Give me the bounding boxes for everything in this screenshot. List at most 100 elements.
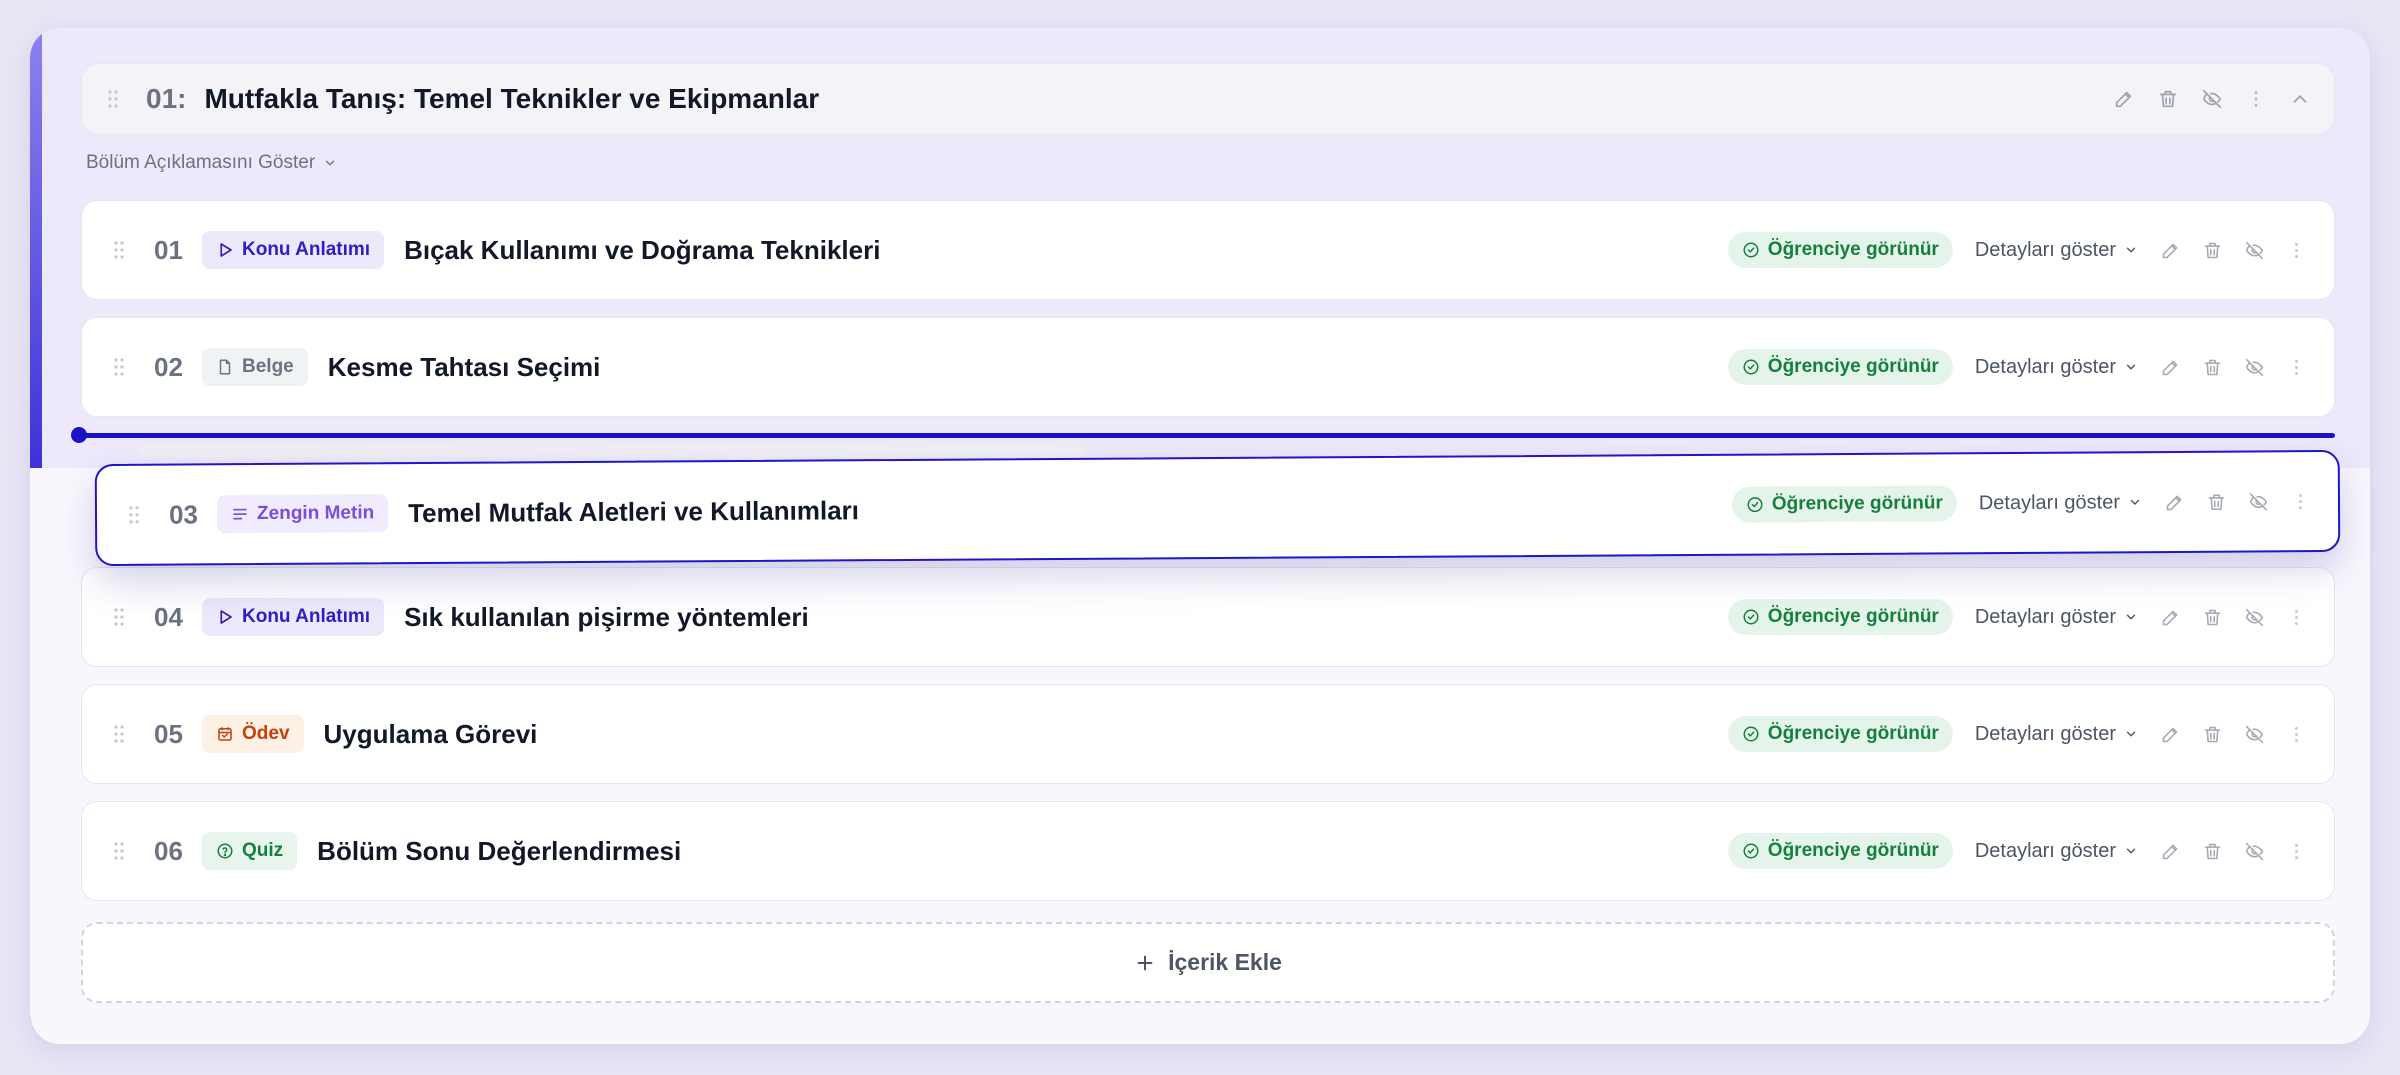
item-title: Kesme Tahtası Seçimi [327,351,601,382]
eye-off-icon[interactable] [2242,722,2266,746]
drag-ghost-placeholder [140,445,1085,457]
show-description-toggle[interactable]: Bölüm Açıklamasını Göster [86,152,337,174]
details-label: Detayları göster [1974,839,2116,862]
show-details-toggle[interactable]: Detayları göster [1979,491,2142,515]
dragging-list-item[interactable]: 03 Zengin Metin Temel Mutfak Aletleri ve… [94,449,2341,567]
chevron-down-icon [2124,243,2138,257]
edit-icon[interactable] [2112,87,2136,111]
drag-handle-icon[interactable] [110,238,128,262]
show-description-label: Bölüm Açıklamasını Göster [86,152,316,173]
section-number: 01: [146,83,187,114]
check-circle-icon [1746,496,1764,514]
content-type-label: Quiz [242,840,284,861]
drag-handle-icon[interactable] [110,355,128,379]
more-vertical-icon[interactable] [2284,605,2308,629]
edit-icon[interactable] [2158,355,2182,379]
drag-handle-icon[interactable] [110,839,128,863]
content-type-label: Belge [242,356,294,377]
play-icon [216,608,234,626]
eye-off-icon[interactable] [2242,355,2266,379]
item-number: 06 [154,835,183,866]
list-item[interactable]: 05 Ödev Uygulama Görevi Öğrenciye görünü… [81,684,2335,784]
more-vertical-icon[interactable] [2244,87,2268,111]
edit-icon[interactable] [2158,722,2182,746]
drag-handle-icon[interactable] [104,87,122,111]
list-item[interactable]: 06 Quiz Bölüm Sonu Değerlendirmesi Öğren… [81,801,2335,901]
show-details-toggle[interactable]: Detayları göster [1975,606,2138,629]
section-header[interactable]: 01: Mutfakla Tanış: Temel Teknikler ve E… [81,63,2335,135]
eye-off-icon[interactable] [2242,839,2266,863]
status-label: Öğrenciye görünür [1767,606,1939,627]
visibility-status-badge: Öğrenciye görünür [1727,232,1953,268]
edit-icon[interactable] [2158,839,2182,863]
trash-icon[interactable] [2200,355,2224,379]
section-title: Mutfakla Tanış: Temel Teknikler ve Ekipm… [204,83,820,114]
edit-icon[interactable] [2158,605,2182,629]
eye-off-icon[interactable] [2246,489,2270,513]
content-type-label: Konu Anlatımı [242,606,371,627]
details-label: Detayları göster [1974,355,2116,378]
show-details-toggle[interactable]: Detayları göster [1975,356,2138,379]
chevron-down-icon [2124,727,2138,741]
more-vertical-icon[interactable] [2284,839,2308,863]
chevron-down-icon [2124,610,2138,624]
drop-indicator-dot [71,427,87,443]
show-details-toggle[interactable]: Detayları göster [1975,723,2138,746]
list-item[interactable]: 02 Belge Kesme Tahtası Seçimi Öğrenciye … [81,317,2335,417]
item-number: 01 [154,234,183,265]
show-details-toggle[interactable]: Detayları göster [1975,239,2138,262]
list-item[interactable]: 01 Konu Anlatımı Bıçak Kullanımı ve Doğr… [81,200,2335,300]
trash-icon[interactable] [2200,238,2224,262]
plus-icon [1137,955,1153,970]
status-label: Öğrenciye görünür [1767,840,1939,861]
text-lines-icon [231,505,249,523]
item-title: Bıçak Kullanımı ve Doğrama Teknikleri [404,234,881,265]
details-label: Detayları göster [1974,605,2116,628]
show-details-toggle[interactable]: Detayları göster [1975,840,2138,863]
chevron-down-icon [2128,495,2142,509]
drag-handle-icon[interactable] [110,605,128,629]
list-item[interactable]: 04 Konu Anlatımı Sık kullanılan pişirme … [81,567,2335,667]
item-number: 04 [154,601,183,632]
eye-off-icon[interactable] [2242,605,2266,629]
content-type-label: Zengin Metin [256,502,375,525]
details-label: Detayları göster [1974,238,2116,261]
more-vertical-icon[interactable] [2288,489,2312,513]
question-circle-icon [216,842,234,860]
check-circle-icon [1742,608,1760,626]
trash-icon[interactable] [2204,490,2228,514]
edit-icon[interactable] [2162,490,2186,514]
check-circle-icon [1742,358,1760,376]
trash-icon[interactable] [2200,839,2224,863]
chevron-up-icon[interactable] [2288,87,2312,111]
trash-icon[interactable] [2156,87,2180,111]
item-number: 03 [168,498,199,530]
visibility-status-badge: Öğrenciye görünür [1731,485,1957,523]
more-vertical-icon[interactable] [2284,355,2308,379]
content-type-badge: Konu Anlatımı [202,231,385,269]
content-type-badge: Quiz [202,832,298,870]
eye-off-icon[interactable] [2200,87,2224,111]
visibility-status-badge: Öğrenciye görünür [1727,716,1953,752]
edit-icon[interactable] [2158,238,2182,262]
item-title: Temel Mutfak Aletleri ve Kullanımları [408,494,860,528]
add-content-button[interactable]: İçerik Ekle [81,922,2335,1003]
chevron-down-icon [2124,360,2138,374]
content-type-badge: Ödev [202,715,304,753]
drag-handle-icon[interactable] [110,722,128,746]
item-number: 02 [154,351,183,382]
trash-icon[interactable] [2200,722,2224,746]
content-type-label: Konu Anlatımı [242,239,371,260]
calendar-icon [216,725,234,743]
drag-handle-icon[interactable] [125,503,143,527]
trash-icon[interactable] [2200,605,2224,629]
more-vertical-icon[interactable] [2284,238,2308,262]
item-number: 05 [154,718,183,749]
chevron-down-icon [2124,844,2138,858]
details-label: Detayları göster [1978,490,2121,514]
visibility-status-badge: Öğrenciye görünür [1727,349,1953,385]
more-vertical-icon[interactable] [2284,722,2308,746]
check-circle-icon [1742,842,1760,860]
eye-off-icon[interactable] [2242,238,2266,262]
drop-indicator-line [80,433,2335,438]
